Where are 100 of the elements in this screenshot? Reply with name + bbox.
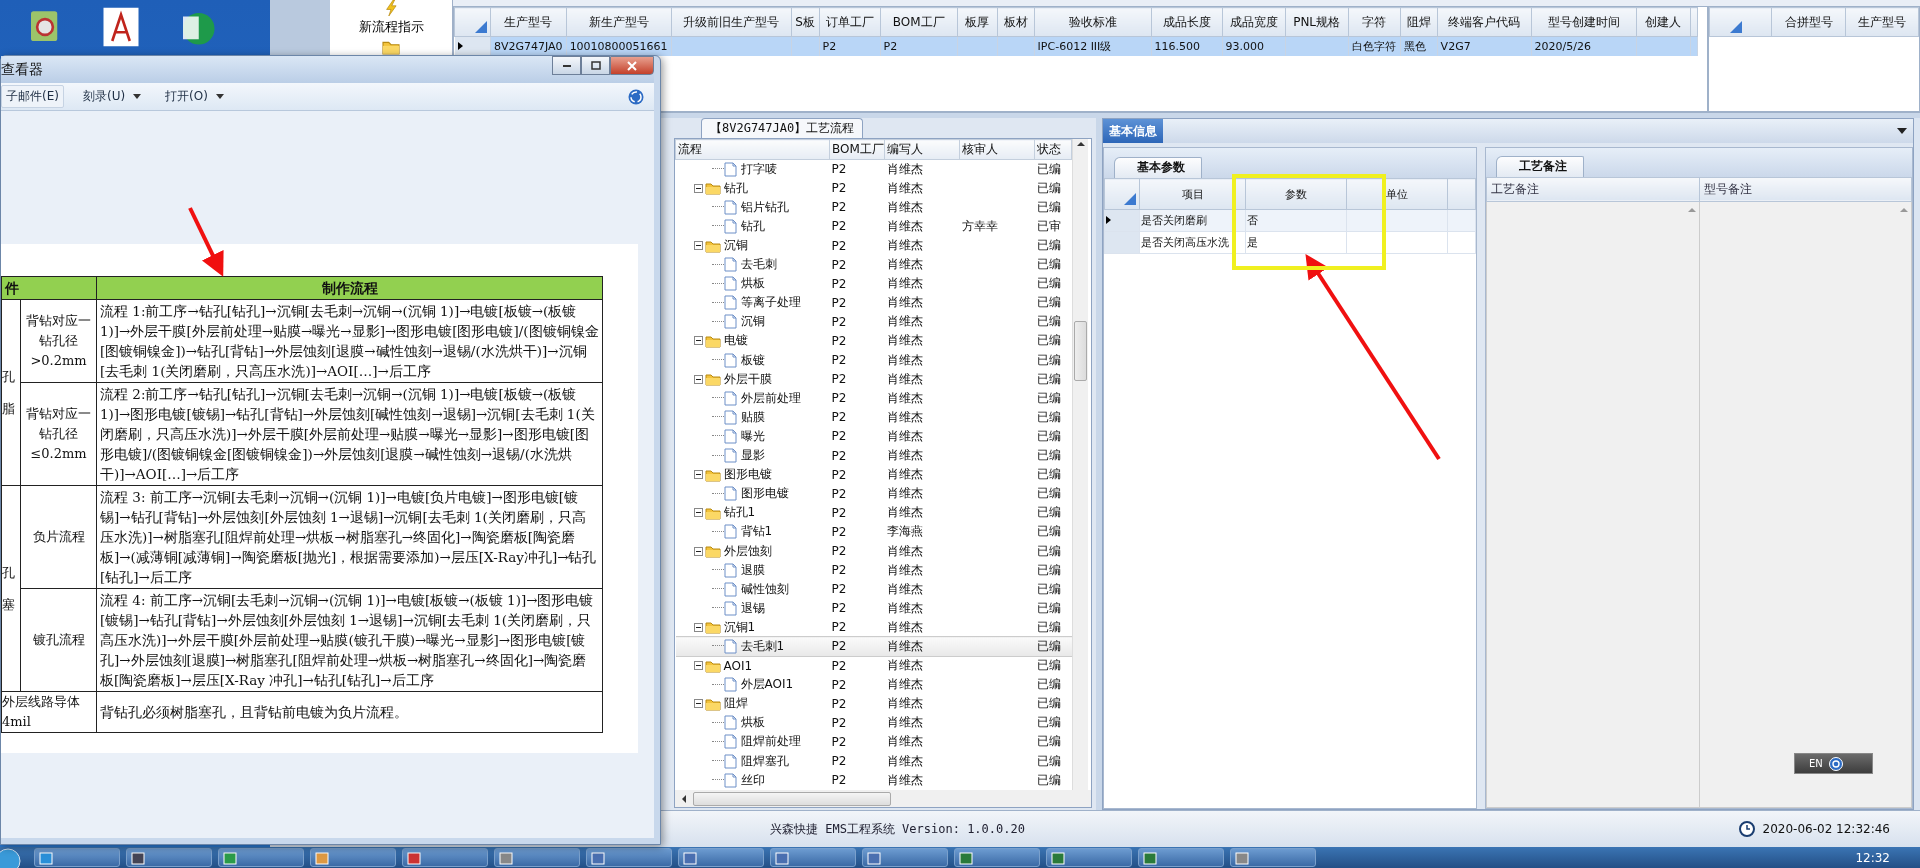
- tree-row[interactable]: 铝片钻孔 P2 肖维杰 已编: [675, 197, 1072, 217]
- collapse-toggle[interactable]: [693, 241, 703, 250]
- collapse-toggle[interactable]: [693, 661, 703, 671]
- scrollbar-thumb[interactable]: [1074, 321, 1087, 381]
- taskbar-button[interactable]: [494, 848, 580, 867]
- column-header[interactable]: 阻焊: [1400, 7, 1438, 37]
- taskbar-button[interactable]: [586, 848, 672, 867]
- tree-row[interactable]: 电镀 P2 肖维杰 已编: [675, 331, 1072, 351]
- tree-row[interactable]: 去毛刺1 P2 肖维杰 已编: [675, 636, 1072, 657]
- column-header[interactable]: 生产型号: [1845, 7, 1919, 37]
- panel-tab[interactable]: 基本信息: [1103, 119, 1163, 143]
- column-header[interactable]: 订单工厂: [819, 7, 881, 37]
- column-header[interactable]: 单位: [1346, 178, 1448, 210]
- tree-row[interactable]: 沉铜1 P2 肖维杰 已编: [675, 617, 1072, 637]
- column-header[interactable]: 型号创建时间: [1531, 7, 1637, 37]
- taskbar-button[interactable]: [1046, 848, 1132, 867]
- column-header[interactable]: 成品长度: [1151, 7, 1223, 37]
- taskbar-button[interactable]: [402, 848, 488, 867]
- column-header[interactable]: 板材: [997, 7, 1035, 37]
- column-header[interactable]: PNL规格: [1285, 7, 1349, 37]
- help-icon[interactable]: [628, 88, 644, 105]
- taskbar-button[interactable]: [34, 848, 120, 867]
- tree-row[interactable]: 外层AOI1 P2 肖维杰 已编: [675, 675, 1072, 695]
- column-header[interactable]: 终端客户代码: [1437, 7, 1532, 37]
- table-row[interactable]: 是否关闭高压水洗 是: [1104, 231, 1476, 254]
- column-header[interactable]: 合拼型号: [1771, 7, 1846, 37]
- tree-row[interactable]: 去毛刺 P2 肖维杰 已编: [675, 255, 1072, 275]
- menu-button[interactable]: 子邮件(E): [1, 85, 64, 108]
- collapse-toggle[interactable]: [693, 336, 703, 346]
- panel-tab[interactable]: 基本参数: [1114, 157, 1202, 178]
- tree-row[interactable]: 烘板 P2 肖维杰 已编: [675, 713, 1072, 733]
- taskbar-button[interactable]: [770, 848, 856, 867]
- maximize-button[interactable]: [581, 56, 610, 75]
- column-header[interactable]: 核审人: [959, 139, 1035, 160]
- taskbar-button[interactable]: [310, 848, 396, 867]
- tree-row[interactable]: 烘板 P2 肖维杰 已编: [675, 274, 1072, 294]
- folder-icon[interactable]: [380, 39, 402, 55]
- scroll-up-icon[interactable]: [1075, 139, 1086, 149]
- table-row[interactable]: 8V2G747JA0 10010800051661 P2 P2 IPC-6012 III级 116.500 93.000 白色字符 黑色 V2G7 2020/5/26: [454, 36, 1698, 56]
- horizontal-scrollbar[interactable]: [675, 790, 1091, 807]
- tree-row[interactable]: 显影 P2 肖维杰 已编: [675, 446, 1072, 466]
- tree-row[interactable]: 沉铜 P2 肖维杰 已编: [675, 235, 1072, 256]
- column-header[interactable]: S板: [791, 7, 820, 37]
- tree-row[interactable]: AOI1 P2 肖维杰 已编: [675, 656, 1072, 676]
- tree-row[interactable]: 钻孔1 P2 肖维杰 已编: [675, 503, 1072, 523]
- column-header[interactable]: 验收标准: [1034, 7, 1152, 37]
- collapse-toggle[interactable]: [693, 699, 703, 709]
- column-header[interactable]: 板厚: [957, 7, 998, 37]
- collapse-toggle[interactable]: [693, 546, 703, 556]
- collapse-toggle[interactable]: [693, 622, 703, 632]
- tree-row[interactable]: 外层前处理 P2 肖维杰 已编: [675, 388, 1072, 408]
- column-header[interactable]: 字符: [1348, 7, 1401, 37]
- column-header[interactable]: 工艺备注: [1486, 177, 1699, 202]
- column-header[interactable]: 型号备注: [1699, 177, 1912, 202]
- minimize-button[interactable]: [552, 56, 581, 75]
- tree-row[interactable]: 退膜 P2 肖维杰 已编: [675, 560, 1072, 580]
- panel-tab[interactable]: 【8V2G747JA0】工艺流程: [701, 118, 864, 138]
- panel-tab[interactable]: 工艺备注: [1496, 155, 1584, 177]
- column-header[interactable]: 升级前旧生产型号: [671, 7, 792, 37]
- language-bar[interactable]: EN: [1794, 753, 1873, 774]
- taskbar-button[interactable]: [1138, 848, 1224, 867]
- column-header[interactable]: 新生产型号: [566, 7, 672, 37]
- taskbar-button[interactable]: [678, 848, 764, 867]
- column-header[interactable]: 生产型号: [490, 7, 567, 37]
- tree-row[interactable]: 钻孔 P2 肖维杰 方幸幸 已审: [675, 216, 1072, 236]
- tree-row[interactable]: 丝印 P2 肖维杰 已编: [675, 770, 1072, 790]
- tree-row[interactable]: 贴膜 P2 肖维杰 已编: [675, 407, 1072, 427]
- close-button[interactable]: [610, 56, 654, 75]
- column-header[interactable]: BOM工厂: [829, 139, 885, 160]
- tree-row[interactable]: 沉铜 P2 肖维杰 已编: [675, 312, 1072, 332]
- tree-row[interactable]: 等离子处理 P2 肖维杰 已编: [675, 293, 1072, 313]
- taskbar-button[interactable]: [218, 848, 304, 867]
- tree-row[interactable]: 碱性蚀刻 P2 肖维杰 已编: [675, 579, 1072, 599]
- table-row[interactable]: 是否关闭磨刷 否: [1104, 209, 1476, 232]
- column-header[interactable]: 参数: [1245, 178, 1347, 210]
- tree-row[interactable]: 外层干膜 P2 肖维杰 已编: [675, 369, 1072, 389]
- collapse-toggle[interactable]: [693, 183, 703, 193]
- tree-row[interactable]: 图形电镀 P2 肖维杰 已编: [675, 465, 1072, 485]
- column-header[interactable]: 状态: [1034, 139, 1072, 160]
- column-header[interactable]: BOM工厂: [880, 7, 958, 37]
- column-header[interactable]: 编写人: [884, 139, 960, 160]
- tree-row[interactable]: 背钻1 P2 李海燕 已编: [675, 522, 1072, 542]
- taskbar-button[interactable]: [862, 848, 948, 867]
- tree-row[interactable]: 阻焊 P2 肖维杰 已编: [675, 694, 1072, 714]
- taskbar-button[interactable]: [126, 848, 212, 867]
- help-icon[interactable]: [1828, 756, 1843, 771]
- collapse-toggle[interactable]: [693, 374, 703, 384]
- tree-row[interactable]: 阻焊塞孔 P2 肖维杰 已编: [675, 751, 1072, 771]
- new-flow-button[interactable]: 新流程指示: [358, 0, 424, 36]
- taskbar-button[interactable]: [954, 848, 1040, 867]
- tree-row[interactable]: 钻孔 P2 肖维杰 已编: [675, 178, 1072, 198]
- collapse-toggle[interactable]: [693, 470, 703, 480]
- column-header[interactable]: 项目: [1139, 178, 1246, 210]
- column-header[interactable]: 流程: [675, 139, 830, 160]
- scrollbar-thumb[interactable]: [693, 791, 891, 806]
- tree-row[interactable]: 阻焊前处理 P2 肖维杰 已编: [675, 732, 1072, 752]
- tree-row[interactable]: 退锡 P2 肖维杰 已编: [675, 598, 1072, 618]
- menu-button[interactable]: 刻录(U): [77, 85, 147, 108]
- tree-row[interactable]: 板镀 P2 肖维杰 已编: [675, 350, 1072, 370]
- tree-row[interactable]: 图形电镀 P2 肖维杰 已编: [675, 484, 1072, 504]
